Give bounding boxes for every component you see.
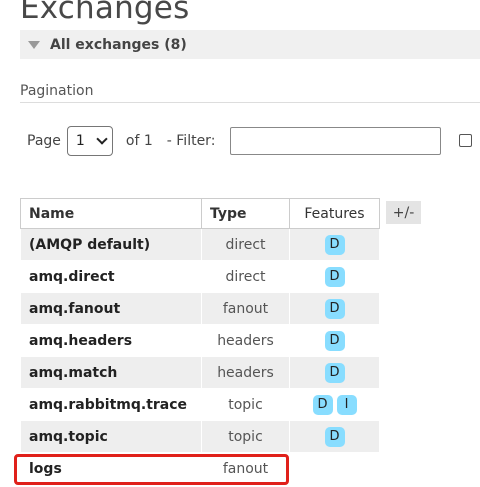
feature-badge: D [324, 362, 345, 383]
section-header-label: All exchanges (8) [50, 36, 187, 53]
columns-toggle-button[interactable]: +/- [386, 201, 421, 224]
page-title: Exchanges [20, 0, 190, 26]
table-row: amq.rabbitmq.trace topic D I [20, 388, 380, 421]
page-select-value: 1 [75, 133, 85, 149]
table-row: amq.fanout fanout D [20, 292, 380, 325]
exchange-features [289, 452, 380, 485]
exchange-type: headers [201, 324, 290, 357]
exchange-features: D [289, 292, 380, 325]
exchange-name-link[interactable]: (AMQP default) [20, 228, 202, 261]
table-row: logs fanout [20, 452, 380, 485]
exchange-features: D [289, 420, 380, 453]
feature-badge: D [324, 234, 345, 255]
exchange-name-link[interactable]: amq.topic [20, 420, 202, 453]
table-row: (AMQP default) direct D [20, 228, 380, 261]
page-label: Page [27, 133, 61, 149]
exchange-name-link[interactable]: logs [20, 452, 202, 485]
all-exchanges-toggle[interactable]: All exchanges (8) [20, 30, 480, 59]
exchange-features: D [289, 260, 380, 293]
exchange-type: direct [201, 260, 290, 293]
regex-checkbox[interactable] [459, 134, 472, 147]
feature-badge: D [324, 298, 345, 319]
table-row: amq.match headers D [20, 356, 380, 389]
exchange-name-link[interactable]: amq.direct [20, 260, 202, 293]
page-count-label: of 1 [125, 133, 153, 149]
column-header-features: Features [289, 198, 380, 229]
pagination-controls: Page 1 of 1 - Filter: [27, 126, 219, 156]
exchange-features: D [289, 356, 380, 389]
exchange-type: fanout [201, 292, 290, 325]
exchange-features: D [289, 228, 380, 261]
exchange-type: headers [201, 356, 290, 389]
feature-badge: D [312, 394, 333, 415]
exchanges-table: Name Type Features (AMQP default) direct D… [20, 198, 380, 485]
collapse-triangle-icon [28, 41, 40, 49]
table-row: amq.headers headers D [20, 324, 380, 357]
feature-badge: D [324, 330, 345, 351]
table-body: (AMQP default) direct Damq.direct direct Dam… [20, 228, 380, 485]
exchange-features: D [289, 324, 380, 357]
feature-badge: I [336, 394, 357, 415]
column-header-type[interactable]: Type [201, 198, 290, 229]
page-select[interactable]: 1 [66, 126, 113, 156]
filter-label: - Filter: [166, 133, 216, 149]
exchange-features: DI [289, 388, 380, 421]
pagination-divider [20, 102, 480, 103]
exchange-name-link[interactable]: amq.match [20, 356, 202, 389]
exchange-name-link[interactable]: amq.fanout [20, 292, 202, 325]
exchange-type: topic [201, 420, 290, 453]
chevron-down-icon [96, 133, 108, 145]
table-header-row: Name Type Features [20, 198, 380, 229]
exchange-name-link[interactable]: amq.rabbitmq.trace [20, 388, 202, 421]
column-header-name[interactable]: Name [20, 198, 202, 229]
feature-badge: D [324, 426, 345, 447]
filter-input[interactable] [230, 127, 441, 155]
exchange-type: fanout [201, 452, 290, 485]
pagination-label: Pagination [20, 83, 94, 99]
exchange-type: topic [201, 388, 290, 421]
exchange-name-link[interactable]: amq.headers [20, 324, 202, 357]
feature-badge: D [324, 266, 345, 287]
table-row: amq.direct direct D [20, 260, 380, 293]
table-row: amq.topic topic D [20, 420, 380, 453]
exchange-type: direct [201, 228, 290, 261]
